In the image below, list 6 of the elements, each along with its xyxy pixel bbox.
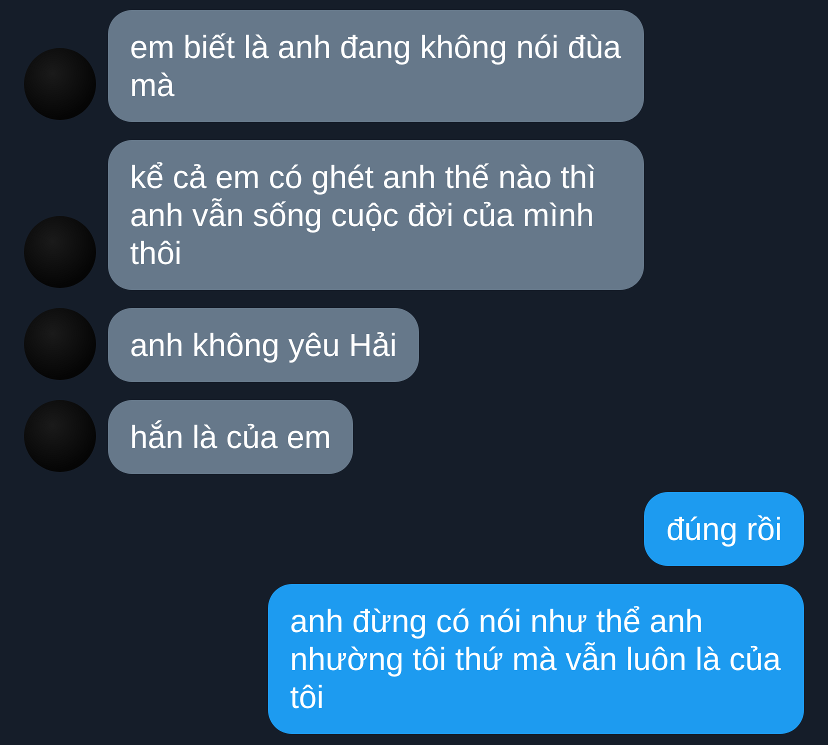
message-bubble: kể cả em có ghét anh thế nào thì anh vẫn sống cuộc đời của mình thôi bbox=[108, 140, 644, 290]
message-bubble: đúng rồi bbox=[644, 492, 804, 566]
message-bubble: hắn là của em bbox=[108, 400, 354, 474]
message-bubble: anh đừng có nói như thể anh nhường tôi thứ mà vẫn luôn là của tôi bbox=[268, 584, 804, 734]
message-bubble: em biết là anh đang không nói đùa mà bbox=[108, 10, 644, 122]
message-bubble: anh không yêu Hải bbox=[108, 308, 419, 382]
